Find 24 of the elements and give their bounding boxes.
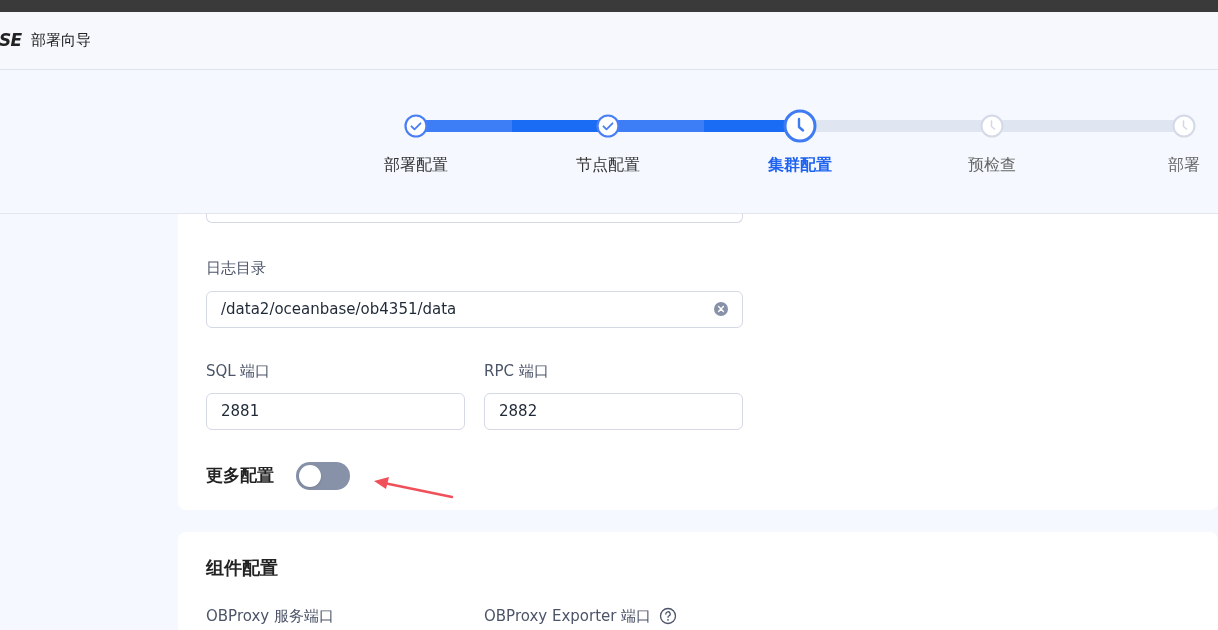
field-label: 日志目录 <box>206 258 267 279</box>
section-title: 组件配置 <box>206 556 279 580</box>
step-label: 部署 <box>1168 154 1200 176</box>
field-label: RPC 端口 <box>484 360 550 382</box>
input-field[interactable]: 2881 <box>206 393 465 430</box>
step-label: 节点配置 <box>576 154 640 176</box>
field-label: OBProxy 服务端口 <box>206 606 334 627</box>
clear-icon[interactable] <box>714 302 728 316</box>
field-value: 2881 <box>221 401 261 423</box>
step-label: 集群配置 <box>768 154 832 176</box>
page-title: 部署向导 <box>31 30 92 52</box>
logo: SE <box>0 28 22 52</box>
input-field[interactable]: 2882 <box>484 393 743 430</box>
toggle-label: 更多配置 <box>206 464 274 488</box>
input-field[interactable]: /data2/oceanbase/ob4351/data <box>206 290 743 328</box>
toggle-switch[interactable] <box>296 462 350 490</box>
step-label: 预检查 <box>968 154 1016 176</box>
help-icon[interactable] <box>659 607 678 626</box>
field-label: OBProxy Exporter 端口 <box>484 606 652 627</box>
input-field[interactable] <box>206 214 743 223</box>
step-label: 部署配置 <box>384 154 448 176</box>
field-value: 2882 <box>499 401 539 423</box>
field-value: /data2/oceanbase/ob4351/data <box>221 298 458 320</box>
field-label: SQL 端口 <box>206 360 272 382</box>
